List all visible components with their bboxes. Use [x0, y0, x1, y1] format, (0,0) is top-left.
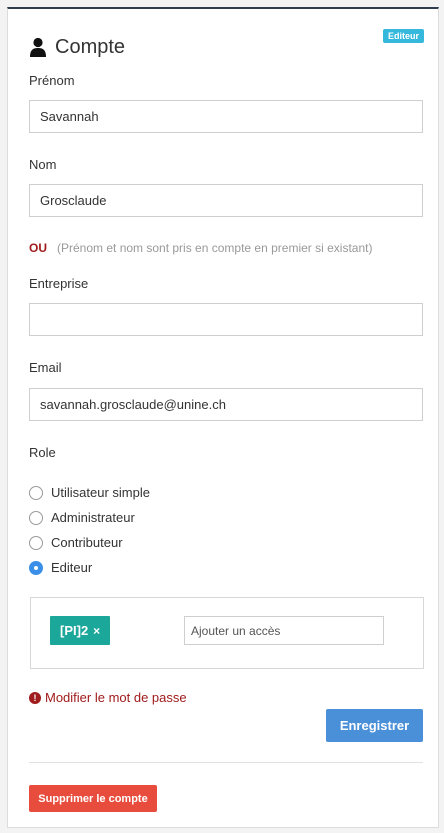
page-title: Compte — [55, 35, 126, 58]
first-name-label: Prénom — [29, 73, 75, 88]
role-option-administrator[interactable]: Administrateur — [29, 510, 135, 525]
role-badge: Editeur — [382, 29, 424, 43]
add-access-input[interactable] — [184, 616, 384, 645]
radio-button[interactable] — [29, 535, 43, 550]
change-password-link[interactable]: ! Modifier le mot de passe — [29, 690, 187, 705]
radio-label: Utilisateur simple — [51, 485, 150, 500]
or-hint: OU (Prénom et nom sont pris en compte en… — [29, 241, 372, 255]
panel-header: Compte — [29, 33, 125, 61]
change-password-label: Modifier le mot de passe — [45, 690, 187, 705]
radio-label: Editeur — [51, 560, 93, 575]
radio-button[interactable] — [29, 485, 43, 500]
company-field[interactable] — [29, 303, 423, 336]
radio-label: Administrateur — [51, 510, 135, 525]
or-note: (Prénom et nom sont pris en compte en pr… — [57, 241, 373, 255]
save-button[interactable]: Enregistrer — [326, 709, 423, 742]
company-label: Entreprise — [29, 276, 89, 291]
access-tag[interactable]: [PI]2 × — [50, 616, 111, 645]
email-label: Email — [29, 360, 62, 375]
alert-icon: ! — [29, 691, 41, 704]
delete-account-button[interactable]: Supprimer le compte — [29, 785, 157, 812]
user-icon — [30, 37, 46, 57]
role-option-simple-user[interactable]: Utilisateur simple — [29, 485, 150, 500]
role-option-contributor[interactable]: Contributeur — [29, 535, 123, 550]
last-name-label: Nom — [29, 157, 57, 172]
access-tag-label: [PI]2 — [60, 623, 89, 638]
radio-label: Contributeur — [51, 535, 123, 550]
close-icon[interactable]: × — [93, 624, 100, 638]
first-name-field[interactable] — [29, 100, 423, 133]
divider — [29, 762, 423, 763]
radio-button-selected[interactable] — [29, 560, 43, 575]
account-panel: Compte Editeur Prénom Nom OU (Prénom et … — [7, 7, 439, 828]
last-name-field[interactable] — [29, 184, 423, 217]
radio-button[interactable] — [29, 510, 43, 525]
role-label: Role — [29, 445, 56, 460]
email-field[interactable] — [29, 388, 423, 421]
or-word: OU — [29, 241, 47, 255]
role-option-editor[interactable]: Editeur — [29, 560, 92, 575]
access-box: [PI]2 × — [30, 597, 424, 669]
